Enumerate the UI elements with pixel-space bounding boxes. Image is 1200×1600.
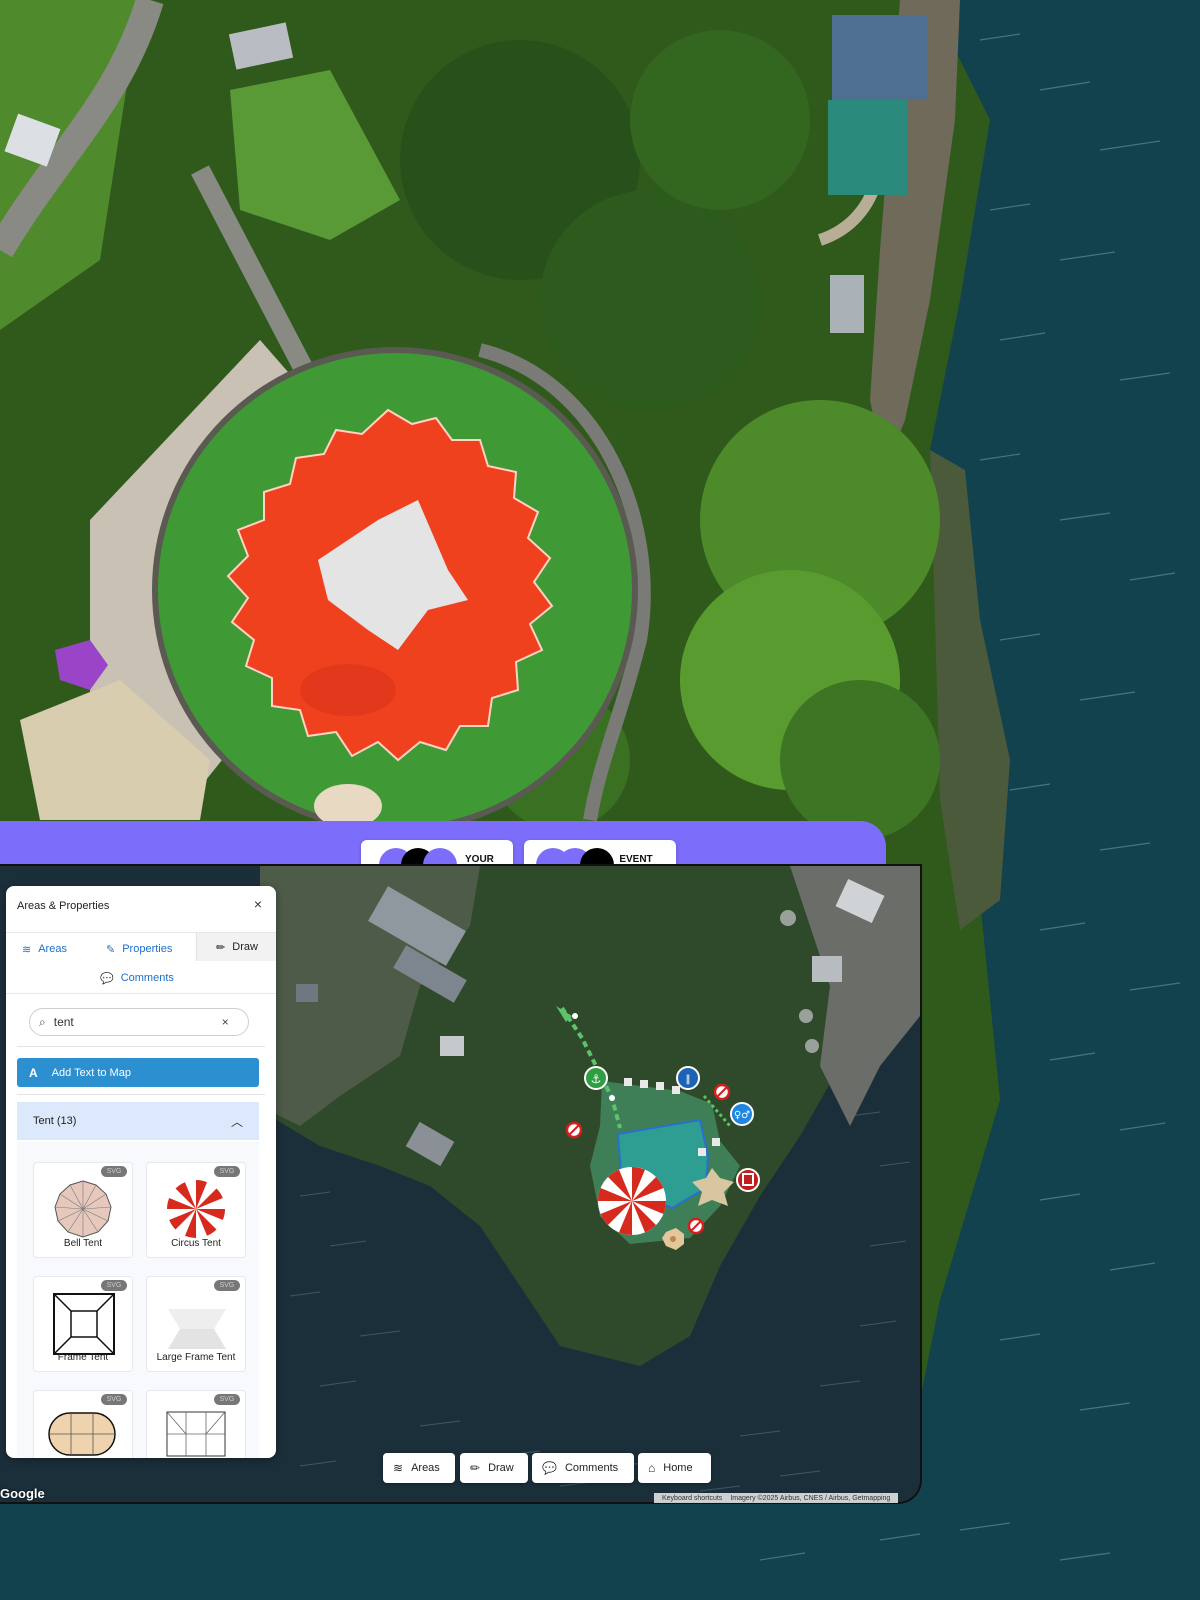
frame-tent-icon (53, 1293, 115, 1355)
tab-draw-label: Draw (232, 941, 258, 953)
toolbar-areas-label: Areas (411, 1462, 440, 1474)
divider (17, 1046, 265, 1047)
panel-tabs: ≋ Areas ✎ Properties ✏ Draw 💬 Comments (6, 932, 276, 994)
svg-text:♀♂: ♀♂ (734, 1110, 750, 1121)
toolbar-home-button[interactable]: ⌂ Home (638, 1453, 711, 1483)
item-label: Frame Tent (57, 1352, 109, 1363)
item-tent-6[interactable]: SVG (146, 1390, 246, 1458)
tab-comments-label: Comments (120, 972, 174, 984)
item-label: Large Frame Tent (156, 1352, 236, 1363)
tab-comments[interactable]: 💬 Comments (100, 964, 174, 992)
item-tent-5[interactable]: SVG (33, 1390, 133, 1458)
pencil-icon: ✏ (470, 1461, 481, 1475)
divider (17, 1094, 265, 1095)
svg-text:‖: ‖ (686, 1074, 691, 1085)
category-tent-header[interactable]: Tent (13) ︿ (17, 1102, 259, 1140)
toolbar-comments-button[interactable]: 💬 Comments (532, 1453, 634, 1483)
comments-icon: 💬 (100, 972, 114, 985)
svg-badge: SVG (101, 1280, 127, 1291)
comments-icon: 💬 (542, 1461, 557, 1475)
layers-icon: ≋ (393, 1461, 404, 1475)
item-large-frame-tent[interactable]: SVG Large Frame Tent (146, 1276, 246, 1372)
pencil-icon: ✏ (216, 941, 226, 954)
clear-search-icon[interactable]: × (222, 1015, 229, 1029)
areas-properties-panel: Areas & Properties × ≋ Areas ✎ Propertie… (6, 886, 276, 1458)
oval-tent-icon (48, 1412, 116, 1456)
svg-text:⚓: ⚓ (591, 1072, 602, 1086)
layers-icon: ≋ (22, 943, 32, 956)
tent-items-grid: SVG Bell Tent SVG Circus Tent SVG Frame … (17, 1142, 259, 1458)
search-field[interactable]: ⌕ × (29, 1008, 249, 1036)
google-logo: Google (0, 1486, 45, 1501)
tab-draw[interactable]: ✏ Draw (196, 933, 276, 961)
item-label: Bell Tent (63, 1238, 103, 1249)
toolbar-draw-button[interactable]: ✏ Draw (460, 1453, 528, 1483)
home-icon: ⌂ (648, 1461, 656, 1475)
circus-tent-icon (167, 1180, 225, 1238)
tab-areas[interactable]: ≋ Areas (22, 935, 67, 963)
toolbar-comments-label: Comments (564, 1462, 619, 1474)
bell-tent-icon (54, 1180, 112, 1238)
item-bell-tent[interactable]: SVG Bell Tent (33, 1162, 133, 1258)
category-label: Tent (13) (33, 1115, 77, 1127)
search-input[interactable] (51, 1014, 216, 1030)
text-icon: A (29, 1065, 38, 1080)
svg-badge: SVG (214, 1394, 240, 1405)
item-label: Circus Tent (171, 1238, 221, 1249)
panel-title: Areas & Properties (17, 900, 110, 912)
svg-badge: SVG (101, 1394, 127, 1405)
search-icon: ⌕ (39, 1014, 46, 1029)
grid-tent-icon (166, 1411, 226, 1457)
tab-properties-label: Properties (122, 943, 173, 955)
green-anchor-marker: ⚓ (584, 1066, 608, 1090)
item-frame-tent[interactable]: SVG Frame Tent (33, 1276, 133, 1372)
toolbar-home-label: Home (663, 1462, 693, 1474)
chevron-up-icon[interactable]: ︿ (231, 1113, 243, 1130)
add-text-label: Add Text to Map (51, 1066, 131, 1079)
map-attribution: Keyboard shortcuts Imagery ©2025 Airbus,… (654, 1493, 899, 1503)
toolbar-areas-button[interactable]: ≋ Areas (383, 1453, 455, 1483)
close-icon[interactable]: × (254, 896, 262, 912)
imagery-credit: Imagery ©2025 Airbus, CNES / Airbus, Get… (730, 1494, 891, 1502)
item-circus-tent[interactable]: SVG Circus Tent (146, 1162, 246, 1258)
svg-badge: SVG (214, 1280, 240, 1291)
add-text-to-map-button[interactable]: A Add Text to Map (17, 1058, 259, 1087)
tab-areas-label: Areas (38, 943, 67, 955)
toolbar-draw-label: Draw (488, 1462, 514, 1474)
svg-badge: SVG (101, 1166, 127, 1177)
edit-icon: ✎ (106, 943, 116, 956)
tab-properties[interactable]: ✎ Properties (106, 935, 172, 963)
svg-badge: SVG (214, 1166, 240, 1177)
keyboard-shortcuts-link[interactable]: Keyboard shortcuts (662, 1495, 722, 1502)
large-frame-tent-icon (168, 1309, 226, 1349)
